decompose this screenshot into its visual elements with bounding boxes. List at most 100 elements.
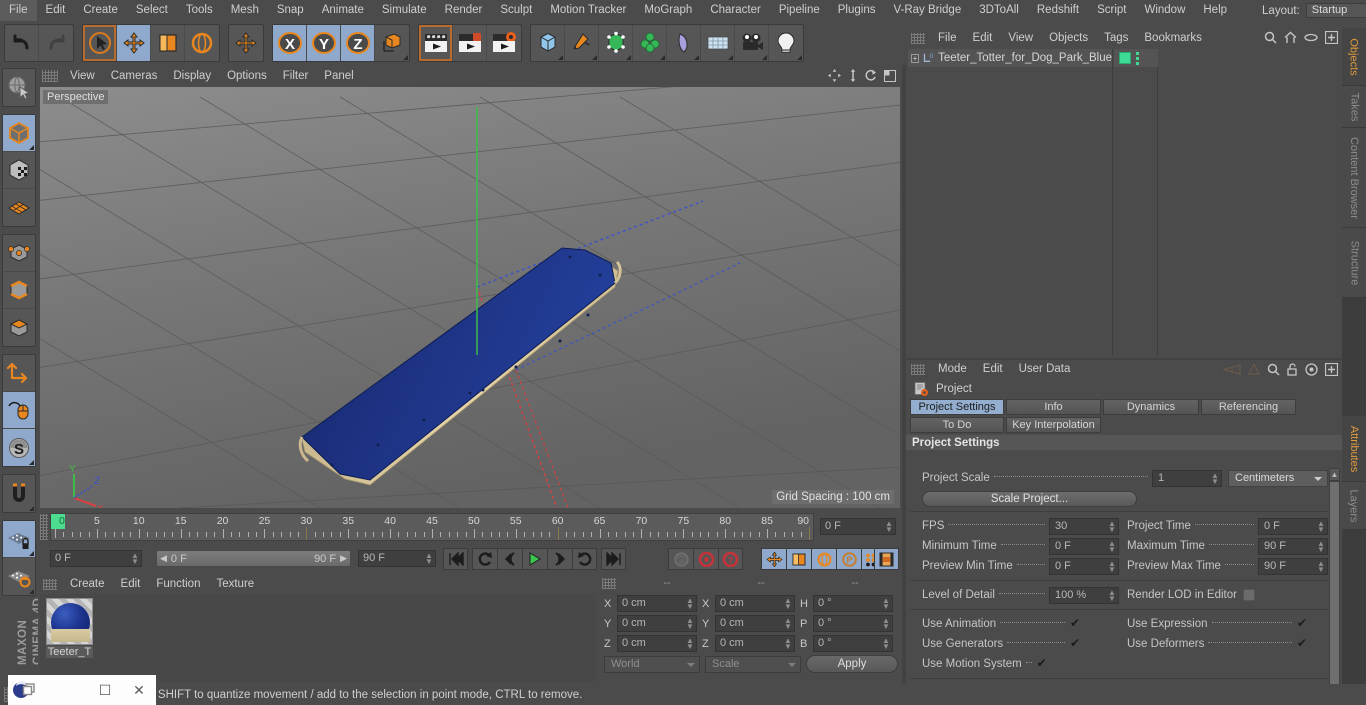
- coordinate-grip[interactable]: [602, 577, 616, 589]
- menu-item-plugins[interactable]: Plugins: [829, 0, 885, 21]
- end-time-field[interactable]: 90 F ▲ ▼: [358, 550, 436, 567]
- polygon-mesh-button[interactable]: [3, 189, 35, 226]
- scrollbar-thumb[interactable]: [1330, 482, 1339, 697]
- attribute-menu-mode[interactable]: Mode: [930, 360, 975, 379]
- new-layer-icon[interactable]: [1324, 30, 1339, 47]
- search-icon[interactable]: [1267, 363, 1280, 379]
- stepper-icon[interactable]: ▲ ▼: [882, 617, 890, 631]
- menu-item-select[interactable]: Select: [127, 0, 177, 21]
- stepper-icon[interactable]: ▲ ▼: [1317, 539, 1325, 553]
- texture-mode-button[interactable]: [3, 152, 35, 189]
- use-expression-checkbox[interactable]: ✔: [1296, 617, 1308, 630]
- position-z-field[interactable]: 0 cm ▲ ▼: [617, 635, 697, 652]
- vtab-layers[interactable]: Layers: [1342, 482, 1366, 530]
- next-nav-icon[interactable]: [1248, 362, 1260, 378]
- menu-item-v-ray-bridge[interactable]: V-Ray Bridge: [884, 0, 970, 21]
- timeline-filmstrip-button[interactable]: [874, 548, 899, 570]
- material-item[interactable]: Teeter_T: [46, 598, 93, 658]
- go-to-end-button[interactable]: [601, 548, 626, 570]
- render-settings-button[interactable]: [487, 25, 521, 61]
- viewport-solo-mouse-button[interactable]: [3, 392, 35, 429]
- camera-button[interactable]: [735, 25, 769, 61]
- lock-icon[interactable]: [1287, 363, 1298, 379]
- y-axis-lock-button[interactable]: Y: [307, 25, 341, 61]
- live-selection-button[interactable]: [83, 25, 117, 61]
- object-menu-bookmarks[interactable]: Bookmarks: [1136, 28, 1210, 48]
- scroll-up-icon[interactable]: ▲: [1330, 469, 1339, 480]
- material-menu-texture[interactable]: Texture: [208, 574, 262, 594]
- z-axis-lock-button[interactable]: Z: [341, 25, 375, 61]
- tab-dynamics[interactable]: Dynamics: [1103, 399, 1199, 415]
- viewport-menu-panel[interactable]: Panel: [316, 65, 361, 87]
- menu-item-window[interactable]: Window: [1135, 0, 1194, 21]
- undo-button[interactable]: [5, 25, 39, 61]
- stepper-icon[interactable]: ▲ ▼: [882, 597, 890, 611]
- fps-field[interactable]: 30 ▲ ▼: [1049, 517, 1119, 535]
- stepper-icon[interactable]: ▲ ▼: [1317, 559, 1325, 573]
- level-of-detail-field[interactable]: 100 % ▲ ▼: [1049, 586, 1119, 604]
- material-menu-grip[interactable]: [43, 578, 57, 590]
- attribute-scrollbar[interactable]: ▲ ▼: [1329, 468, 1340, 701]
- edges-mode-button[interactable]: [3, 272, 35, 309]
- stepper-icon[interactable]: ▲ ▼: [1108, 559, 1116, 573]
- generator-button[interactable]: [599, 25, 633, 61]
- menu-item-create[interactable]: Create: [74, 0, 127, 21]
- coordinate-mode-combo[interactable]: Scale: [705, 655, 801, 673]
- menu-item-character[interactable]: Character: [701, 0, 770, 21]
- viewport-menu-grip[interactable]: [42, 70, 58, 82]
- model-mode-button[interactable]: [3, 115, 35, 152]
- stepper-icon[interactable]: ▲ ▼: [1108, 519, 1116, 533]
- menu-item-render[interactable]: Render: [436, 0, 492, 21]
- move-axis-button[interactable]: [229, 25, 263, 61]
- project-scale-field[interactable]: 1 ▲ ▼: [1152, 469, 1222, 487]
- light-button[interactable]: [769, 25, 803, 61]
- timeline-frame-field[interactable]: 0 F ▲ ▼: [820, 518, 896, 535]
- object-tags[interactable]: [1114, 49, 1158, 67]
- polygons-mode-button[interactable]: [3, 309, 35, 346]
- stepper-icon[interactable]: ▲ ▼: [686, 597, 694, 611]
- scale-key-button[interactable]: [786, 548, 811, 570]
- world-coordinate-button[interactable]: [375, 25, 409, 61]
- position-x-field[interactable]: 0 cm ▲ ▼: [617, 595, 697, 612]
- range-right-arrow-icon[interactable]: ▶: [340, 553, 347, 564]
- play-button[interactable]: [522, 548, 547, 570]
- apply-button[interactable]: Apply: [806, 655, 898, 673]
- object-row[interactable]: + 0 Teeter_Totter_for_Dog_Park_Blue: [908, 49, 1112, 67]
- material-thumbnail[interactable]: [46, 598, 93, 645]
- step-forward-frame-button[interactable]: [547, 548, 572, 570]
- menu-item-3dtoall[interactable]: 3DToAll: [970, 0, 1028, 21]
- viewport-menu-display[interactable]: Display: [165, 65, 219, 87]
- viewport-canvas[interactable]: Perspective Grid Spacing : 100 cm Y X Z: [40, 87, 900, 508]
- use-motion-system-checkbox[interactable]: ✔: [1035, 657, 1048, 670]
- move-tool-button[interactable]: [117, 25, 151, 61]
- object-tree[interactable]: + 0 Teeter_Totter_for_Dog_Park_Blue: [908, 49, 1340, 356]
- timeline-grip[interactable]: [40, 514, 48, 540]
- tag-dots-icon[interactable]: [1136, 51, 1139, 65]
- stepper-icon[interactable]: ▲ ▼: [1211, 471, 1219, 485]
- render-view-button[interactable]: [419, 25, 453, 61]
- range-left-arrow-icon[interactable]: ◀: [160, 553, 167, 564]
- material-menu-create[interactable]: Create: [62, 574, 113, 594]
- stepper-icon[interactable]: ▲ ▼: [686, 637, 694, 651]
- zoom-icon[interactable]: [848, 69, 858, 85]
- preview-max-time-field[interactable]: 90 F ▲ ▼: [1258, 557, 1328, 575]
- scale-tool-button[interactable]: [151, 25, 185, 61]
- render-picture-viewer-button[interactable]: [453, 25, 487, 61]
- render-lod-checkbox[interactable]: [1242, 589, 1255, 601]
- maximum-time-field[interactable]: 90 F ▲ ▼: [1258, 537, 1328, 555]
- material-menu-function[interactable]: Function: [148, 574, 208, 594]
- menu-item-tools[interactable]: Tools: [177, 0, 222, 21]
- size-y-field[interactable]: 0 cm ▲ ▼: [715, 615, 795, 632]
- spline-pen-button[interactable]: [565, 25, 599, 61]
- expand-toggle-icon[interactable]: +: [911, 53, 919, 63]
- step-forward-keyframe-button[interactable]: [572, 548, 597, 570]
- use-deformers-checkbox[interactable]: ✔: [1296, 637, 1308, 650]
- viewport-menu-view[interactable]: View: [62, 65, 103, 87]
- magnet-button[interactable]: [3, 475, 35, 512]
- go-to-start-button[interactable]: [443, 548, 468, 570]
- menu-item-pipeline[interactable]: Pipeline: [770, 0, 829, 21]
- eye-icon[interactable]: [1304, 32, 1318, 46]
- maximize-window-button[interactable]: ☐: [88, 682, 122, 699]
- stepper-icon[interactable]: ▲ ▼: [686, 617, 694, 631]
- project-scale-unit-combo[interactable]: Centimeters: [1228, 469, 1328, 487]
